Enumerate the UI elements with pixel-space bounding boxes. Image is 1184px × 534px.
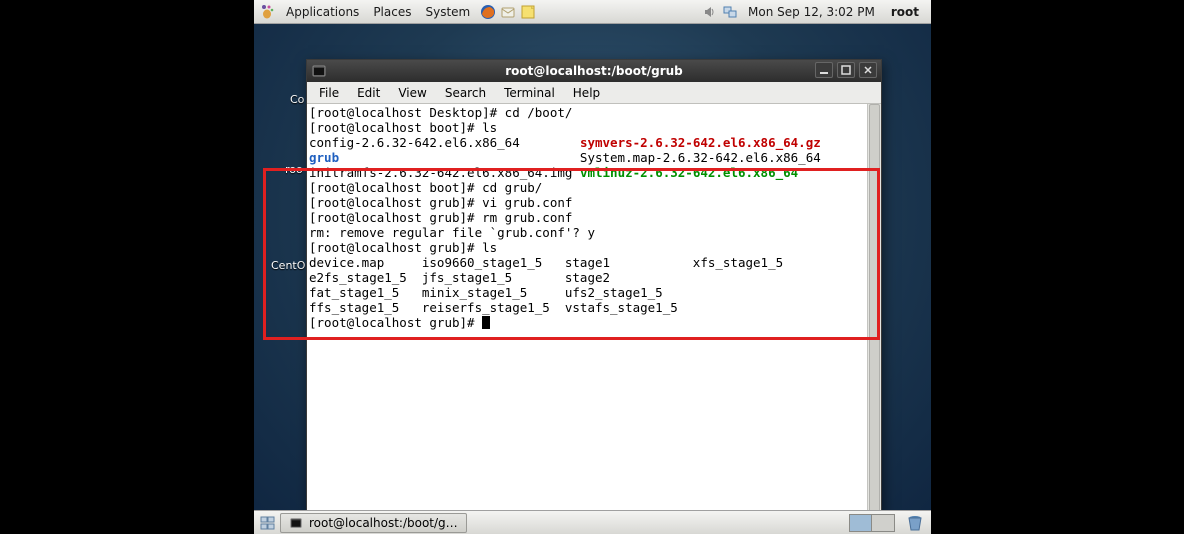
ls-output: e2fs_stage1_5 jfs_stage1_5 stage2	[309, 270, 610, 285]
ls-output: grub	[309, 150, 339, 165]
applications-menu[interactable]: Applications	[280, 3, 365, 21]
user-menu[interactable]: root	[885, 5, 925, 19]
show-desktop-icon[interactable]	[260, 515, 276, 531]
system-menu[interactable]: System	[419, 3, 476, 21]
prompt: [root@localhost grub]#	[309, 240, 482, 255]
menu-search[interactable]: Search	[437, 84, 494, 102]
places-menu[interactable]: Places	[367, 3, 417, 21]
panel-menus: Applications Places System	[280, 3, 476, 21]
desktop-icon-label-fragment: CentO	[271, 259, 305, 272]
menu-terminal[interactable]: Terminal	[496, 84, 563, 102]
cmd: cd /boot/	[505, 105, 573, 120]
menu-file[interactable]: File	[311, 84, 347, 102]
taskbar-item-label: root@localhost:/boot/g…	[309, 516, 458, 530]
menu-view[interactable]: View	[390, 84, 434, 102]
window-title: root@localhost:/boot/grub	[505, 64, 683, 78]
prompt: [root@localhost grub]#	[309, 210, 482, 225]
desktop-icon-label-fragment: roo	[285, 163, 303, 176]
mail-icon[interactable]	[500, 4, 516, 20]
terminal-scrollbar[interactable]	[867, 104, 881, 512]
maximize-button[interactable]	[837, 62, 855, 78]
output: rm: remove regular file `grub.conf'? y	[309, 225, 595, 240]
prompt: [root@localhost Desktop]#	[309, 105, 505, 120]
prompt: [root@localhost grub]#	[309, 195, 482, 210]
network-icon[interactable]	[722, 4, 738, 20]
volume-icon[interactable]	[702, 4, 718, 20]
window-menu-icon[interactable]	[311, 63, 327, 79]
titlebar[interactable]: root@localhost:/boot/grub	[307, 60, 881, 82]
cmd: ls	[482, 240, 497, 255]
note-icon[interactable]	[520, 4, 536, 20]
gnome-foot-icon	[260, 4, 276, 20]
menu-edit[interactable]: Edit	[349, 84, 388, 102]
cmd: rm grub.conf	[482, 210, 572, 225]
top-panel: Applications Places System Mon Sep 12, 3…	[254, 0, 931, 24]
prompt: [root@localhost boot]#	[309, 120, 482, 135]
terminal-menubar: File Edit View Search Terminal Help	[307, 82, 881, 104]
terminal-body[interactable]: [root@localhost Desktop]# cd /boot/ [roo…	[307, 104, 881, 512]
menu-help[interactable]: Help	[565, 84, 608, 102]
prompt: [root@localhost boot]#	[309, 180, 482, 195]
ls-output: System.map-2.6.32-642.el6.x86_64	[339, 150, 821, 165]
workspace-1[interactable]	[850, 515, 872, 531]
clock[interactable]: Mon Sep 12, 3:02 PM	[742, 5, 881, 19]
cmd: cd grub/	[482, 180, 542, 195]
window-controls	[815, 62, 877, 78]
trash-icon[interactable]	[905, 514, 925, 532]
cmd: vi grub.conf	[482, 195, 572, 210]
prompt: [root@localhost grub]#	[309, 315, 482, 330]
ls-output: symvers-2.6.32-642.el6.x86_64.gz	[580, 135, 821, 150]
terminal-icon	[289, 516, 303, 530]
ls-output: vmlinuz-2.6.32-642.el6.x86_64	[580, 165, 798, 180]
ls-output: device.map iso9660_stage1_5 stage1 xfs_s…	[309, 255, 783, 270]
ls-output: fat_stage1_5 minix_stage1_5 ufs2_stage1_…	[309, 285, 663, 300]
taskbar-item-terminal[interactable]: root@localhost:/boot/g…	[280, 513, 467, 533]
firefox-icon[interactable]	[480, 4, 496, 20]
workspace-switcher[interactable]	[849, 514, 895, 532]
scrollbar-thumb[interactable]	[869, 104, 880, 512]
bottom-panel: root@localhost:/boot/g…	[254, 510, 931, 534]
terminal-window: root@localhost:/boot/grub File Edit View…	[306, 59, 882, 513]
minimize-button[interactable]	[815, 62, 833, 78]
desktop-icon-label-fragment: Co	[290, 93, 304, 106]
cmd: ls	[482, 120, 497, 135]
ls-output: config-2.6.32-642.el6.x86_64	[309, 135, 580, 150]
ls-output: ffs_stage1_5 reiserfs_stage1_5 vstafs_st…	[309, 300, 678, 315]
workspace-2[interactable]	[872, 515, 894, 531]
cursor	[482, 316, 490, 329]
ls-output: initramfs-2.6.32-642.el6.x86_64.img	[309, 165, 580, 180]
close-button[interactable]	[859, 62, 877, 78]
